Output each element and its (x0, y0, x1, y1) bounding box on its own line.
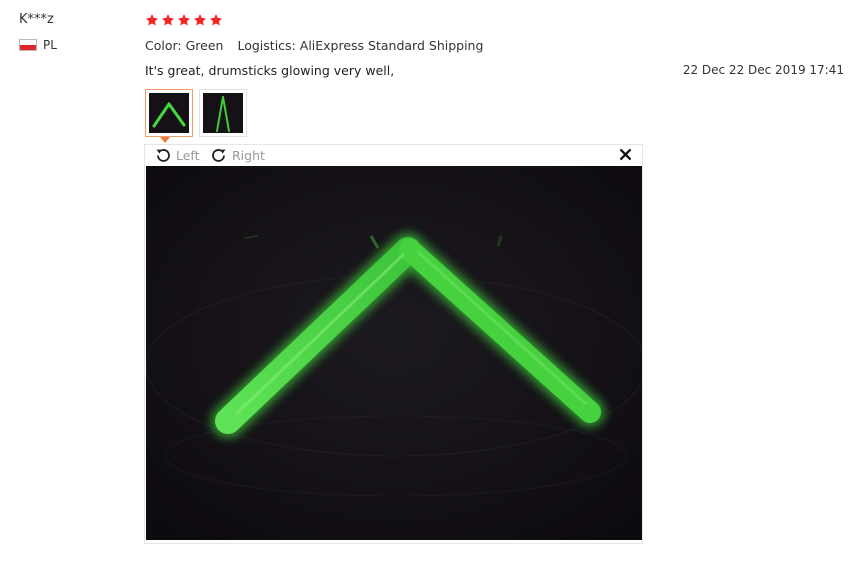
star-icon (145, 14, 159, 26)
color-info: Color: Green (145, 38, 224, 53)
star-icon (209, 14, 223, 26)
country-code: PL (43, 38, 57, 52)
photo-thumbnail-2[interactable] (199, 89, 247, 137)
review-photo (146, 166, 642, 540)
drumsticks-thumbnail-image (149, 93, 189, 133)
star-icon (177, 14, 191, 26)
order-details: Color: Green Logistics: AliExpress Stand… (145, 38, 483, 53)
rotate-right-icon (212, 149, 226, 162)
photo-thumbnail-1[interactable] (145, 89, 193, 137)
rotate-right-button[interactable]: Right (211, 147, 265, 163)
rotate-left-button[interactable]: Left (155, 147, 200, 163)
viewer-toolbar: Left Right (145, 145, 642, 166)
logistics-info: Logistics: AliExpress Standard Shipping (237, 38, 484, 53)
star-icon (161, 14, 175, 26)
star-icon (193, 14, 207, 26)
glowing-drumsticks-image (146, 166, 642, 540)
rotate-right-label: Right (232, 147, 265, 163)
rotate-left-label: Left (176, 147, 200, 163)
close-icon[interactable] (619, 148, 632, 161)
photo-thumbnails (145, 89, 247, 137)
reviewer-country: PL (19, 38, 57, 52)
drumsticks-thumbnail-image (203, 93, 243, 133)
review-text: It's great, drumsticks glowing very well… (145, 63, 395, 78)
active-thumbnail-caret (160, 137, 170, 143)
poland-flag-icon (19, 39, 37, 51)
star-rating (145, 13, 223, 27)
review-date: 22 Dec 22 Dec 2019 17:41 (682, 63, 844, 77)
rotate-left-icon (156, 149, 170, 162)
reviewer-name: K***z (19, 12, 54, 27)
photo-viewer: Left Right (144, 144, 643, 544)
